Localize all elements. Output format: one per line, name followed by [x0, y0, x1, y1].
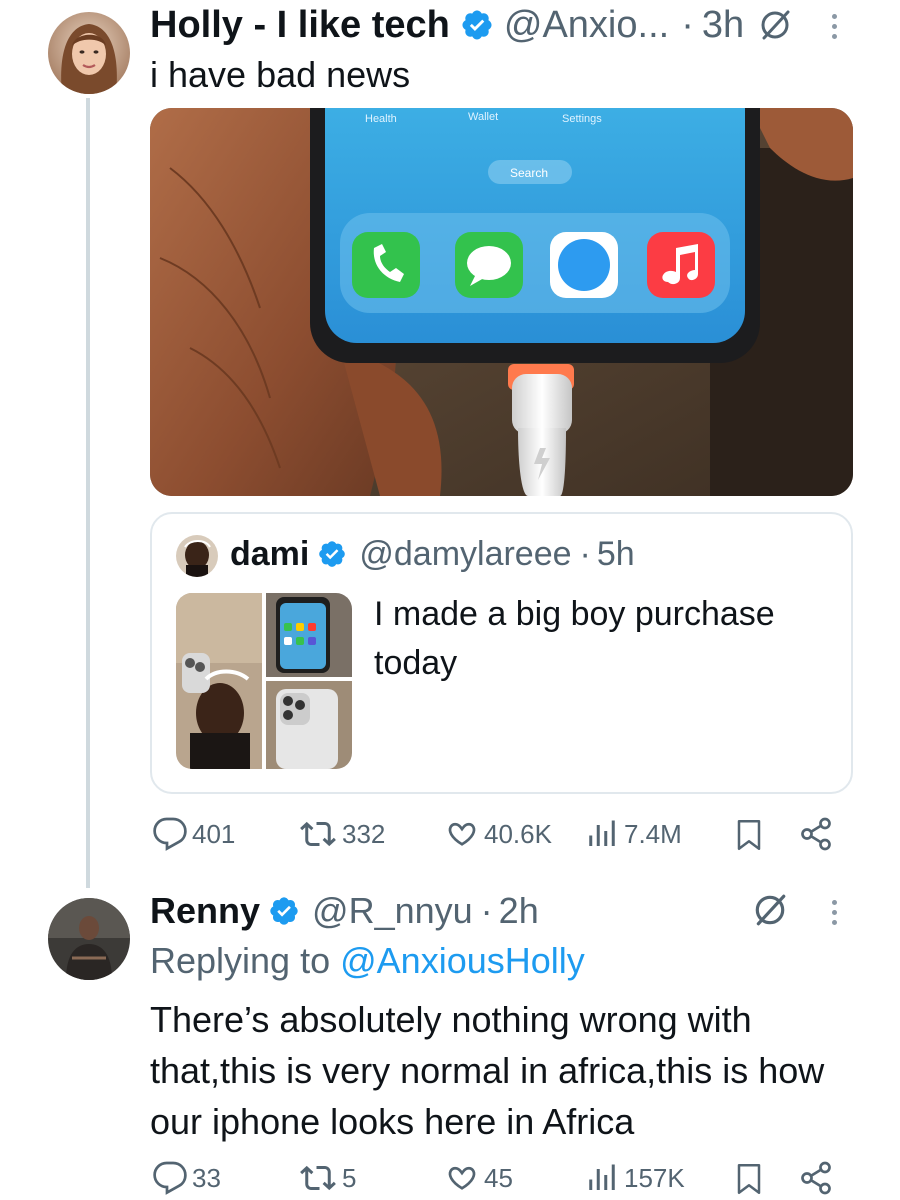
reply-icon	[152, 1160, 188, 1196]
verified-badge-icon	[460, 8, 494, 42]
avatar-holly[interactable]	[48, 12, 130, 94]
share-icon	[798, 1160, 834, 1196]
share-button[interactable]	[798, 816, 834, 852]
retweet-count: 5	[342, 1162, 357, 1193]
search-pill-label: Search	[510, 166, 548, 180]
replying-to-handle[interactable]: @AnxiousHolly	[340, 940, 585, 981]
quote-handle[interactable]: @damylareee	[359, 535, 571, 574]
quote-text: I made a big boy purchase today	[374, 595, 775, 683]
grok-icon[interactable]	[752, 892, 788, 933]
tweet-header: Holly - I like tech @Anxio... · 3h	[150, 2, 792, 48]
tweet-text: i have bad news	[150, 54, 411, 95]
display-name[interactable]: Holly - I like tech	[150, 4, 450, 47]
separator: ·	[681, 3, 694, 46]
share-button[interactable]	[798, 1160, 834, 1196]
avatar-renny[interactable]	[48, 898, 130, 980]
views-button[interactable]: 7.4M	[584, 816, 682, 852]
share-icon	[798, 816, 834, 852]
grok-icon[interactable]	[758, 8, 792, 42]
timestamp[interactable]: 3h	[702, 4, 744, 47]
quote-header: dami @damylareee · 5h	[230, 532, 635, 576]
retweet-button[interactable]: 5	[298, 1160, 356, 1196]
heart-icon	[444, 1160, 480, 1196]
reply-text: There’s absolutely nothing wrong with th…	[150, 999, 825, 1143]
reply-header: Renny @R_nnyu · 2h	[150, 888, 539, 934]
retweet-button[interactable]: 332	[298, 816, 385, 852]
quote-display-name[interactable]: dami	[230, 535, 309, 574]
bookmark-button[interactable]	[734, 818, 764, 852]
heart-icon	[444, 816, 480, 852]
reply-handle[interactable]: @R_nnyu	[312, 890, 473, 932]
views-icon	[584, 1160, 620, 1196]
bookmark-button[interactable]	[734, 1162, 764, 1196]
reply-display-name[interactable]: Renny	[150, 890, 260, 932]
views-button[interactable]: 157K	[584, 1160, 685, 1196]
replying-to-line: Replying to @AnxiousHolly	[150, 940, 585, 981]
retweet-icon	[298, 816, 338, 852]
more-dots-icon[interactable]	[832, 900, 837, 925]
separator: ·	[480, 890, 493, 931]
verified-badge-icon	[317, 539, 347, 569]
quote-media-collage[interactable]	[176, 593, 352, 769]
health-app-label: Health	[365, 113, 397, 125]
handle[interactable]: @Anxio...	[504, 4, 669, 47]
avatar-dami[interactable]	[176, 535, 218, 577]
retweet-icon	[298, 1160, 338, 1196]
reply-button[interactable]: 401	[152, 816, 235, 852]
reply-button[interactable]: 33	[152, 1160, 221, 1196]
separator: ·	[579, 534, 591, 573]
tweet-media-photo[interactable]: Health Wallet Settings Search	[150, 108, 853, 496]
views-count: 7.4M	[624, 818, 682, 849]
like-button[interactable]: 45	[444, 1160, 513, 1196]
like-count: 45	[484, 1162, 513, 1193]
views-count: 157K	[624, 1162, 685, 1193]
bookmark-icon	[734, 818, 764, 852]
retweet-count: 332	[342, 818, 386, 849]
replying-to-label: Replying to	[150, 940, 331, 981]
quote-timestamp[interactable]: 5h	[597, 535, 635, 574]
views-icon	[584, 816, 620, 852]
reply-count: 401	[192, 818, 236, 849]
bookmark-icon	[734, 1162, 764, 1196]
settings-app-label: Settings	[562, 113, 602, 125]
like-count: 40.6K	[484, 818, 552, 849]
more-dots-icon[interactable]	[832, 14, 837, 39]
reply-icon	[152, 816, 188, 852]
reply-count: 33	[192, 1162, 221, 1193]
verified-badge-icon	[268, 895, 300, 927]
reply-timestamp[interactable]: 2h	[499, 890, 539, 932]
wallet-app-label: Wallet	[468, 111, 498, 123]
thread-connector-line	[86, 98, 90, 888]
like-button[interactable]: 40.6K	[444, 816, 552, 852]
